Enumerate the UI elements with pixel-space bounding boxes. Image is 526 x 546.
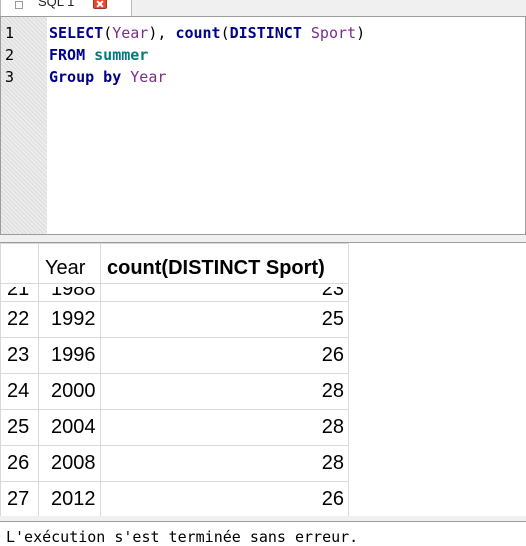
cell-count[interactable]: 23: [100, 283, 349, 302]
code-token: Group by: [49, 68, 122, 86]
cell-year[interactable]: 2000: [38, 373, 101, 410]
row-number[interactable]: 21: [0, 283, 39, 302]
cell-year-text: 2012: [51, 488, 96, 510]
table-row[interactable]: 27 2012 26: [0, 481, 349, 516]
code-line[interactable]: SELECT(Year), count(DISTINCT Sport): [49, 22, 365, 44]
document-icon: [15, 1, 23, 9]
cell-count-text: 28: [321, 380, 344, 402]
cell-count[interactable]: 25: [100, 301, 349, 338]
status-message: L'exécution s'est terminée sans erreur.: [6, 528, 359, 546]
code-token: ),: [148, 24, 176, 42]
cell-year-text: 2008: [51, 452, 96, 474]
code-token: DISTINCT: [229, 24, 302, 42]
cell-count[interactable]: 28: [100, 409, 349, 446]
code-token: Sport: [310, 24, 357, 42]
cell-year-text: 1988: [51, 287, 96, 300]
table-row[interactable]: 21 1988 23: [0, 283, 349, 302]
column-header-count[interactable]: count(DISTINCT Sport): [100, 243, 349, 284]
row-number-text: 26: [7, 452, 30, 474]
cell-count[interactable]: 26: [100, 337, 349, 374]
cell-year[interactable]: 1988: [38, 283, 101, 302]
row-number-header: [0, 243, 39, 284]
results-table: Year count(DISTINCT Sport) 21 1988 23 22 199…: [0, 243, 349, 516]
close-tab-icon[interactable]: [93, 0, 107, 9]
row-number-text: 24: [7, 380, 30, 402]
code-line[interactable]: Group by Year: [49, 66, 365, 88]
cell-count[interactable]: 26: [100, 481, 349, 516]
row-number[interactable]: 25: [0, 409, 39, 446]
cell-year[interactable]: 1996: [38, 337, 101, 374]
cell-count[interactable]: 28: [100, 445, 349, 482]
row-number[interactable]: 24: [0, 373, 39, 410]
status-bar: L'exécution s'est terminée sans erreur.: [0, 521, 526, 546]
code-token: SELECT: [49, 24, 104, 42]
row-number[interactable]: 27: [0, 481, 39, 516]
row-number-text: 22: [7, 308, 30, 330]
code-token: ): [356, 24, 366, 42]
cell-year-text: 2004: [51, 416, 96, 438]
line-number: 1: [5, 24, 15, 42]
code-token: summer: [94, 46, 149, 64]
row-number-text: 21: [7, 287, 30, 300]
cell-year-text: 1992: [51, 308, 96, 330]
row-number[interactable]: 22: [0, 301, 39, 338]
table-row[interactable]: 26 2008 28: [0, 445, 349, 482]
row-number[interactable]: 26: [0, 445, 39, 482]
tab-sql-1[interactable]: SQL 1: [0, 0, 132, 16]
code-token: Year: [112, 24, 149, 42]
table-row[interactable]: 23 1996 26: [0, 337, 349, 374]
code-line[interactable]: FROM summer: [49, 44, 365, 66]
row-number-text: 25: [7, 416, 30, 438]
line-number: 3: [5, 68, 15, 86]
line-number: 2: [5, 46, 15, 64]
cell-year-text: 2000: [51, 380, 96, 402]
code-token: Year: [130, 68, 167, 86]
cell-count-text: 23: [321, 287, 344, 300]
cell-count[interactable]: 28: [100, 373, 349, 410]
column-header-year[interactable]: Year: [38, 243, 101, 284]
cell-count-text: 28: [321, 416, 344, 438]
cell-count-text: 28: [321, 452, 344, 474]
table-row[interactable]: 25 2004 28: [0, 409, 349, 446]
row-number[interactable]: 23: [0, 337, 39, 374]
table-row[interactable]: 22 1992 25: [0, 301, 349, 338]
code-token: (: [103, 24, 113, 42]
tab-label: SQL 1: [38, 0, 75, 9]
cell-year[interactable]: 1992: [38, 301, 101, 338]
code-token: (: [220, 24, 230, 42]
row-number-text: 23: [7, 344, 30, 366]
code-token: FROM: [49, 46, 86, 64]
cell-year[interactable]: 2004: [38, 409, 101, 446]
cell-year-text: 1996: [51, 344, 96, 366]
results-grid[interactable]: Year count(DISTINCT Sport) 21 1988 23 22 199…: [0, 242, 526, 516]
cell-year[interactable]: 2012: [38, 481, 101, 516]
cell-count-text: 26: [321, 488, 344, 510]
pane-splitter[interactable]: [0, 235, 526, 242]
line-number-gutter: 1 2 3: [1, 17, 47, 234]
header-row: Year count(DISTINCT Sport): [0, 243, 349, 284]
row-number-text: 27: [7, 488, 30, 510]
cell-count-text: 25: [321, 308, 344, 330]
sql-editor[interactable]: 1 2 3 SELECT(Year), count(DISTINCT Sport…: [0, 16, 526, 235]
table-row[interactable]: 24 2000 28: [0, 373, 349, 410]
code-text[interactable]: SELECT(Year), count(DISTINCT Sport) FROM …: [49, 22, 365, 88]
cell-year[interactable]: 2008: [38, 445, 101, 482]
code-token: count: [175, 24, 221, 42]
cell-count-text: 26: [321, 344, 344, 366]
tab-strip: SQL 1: [0, 0, 526, 16]
